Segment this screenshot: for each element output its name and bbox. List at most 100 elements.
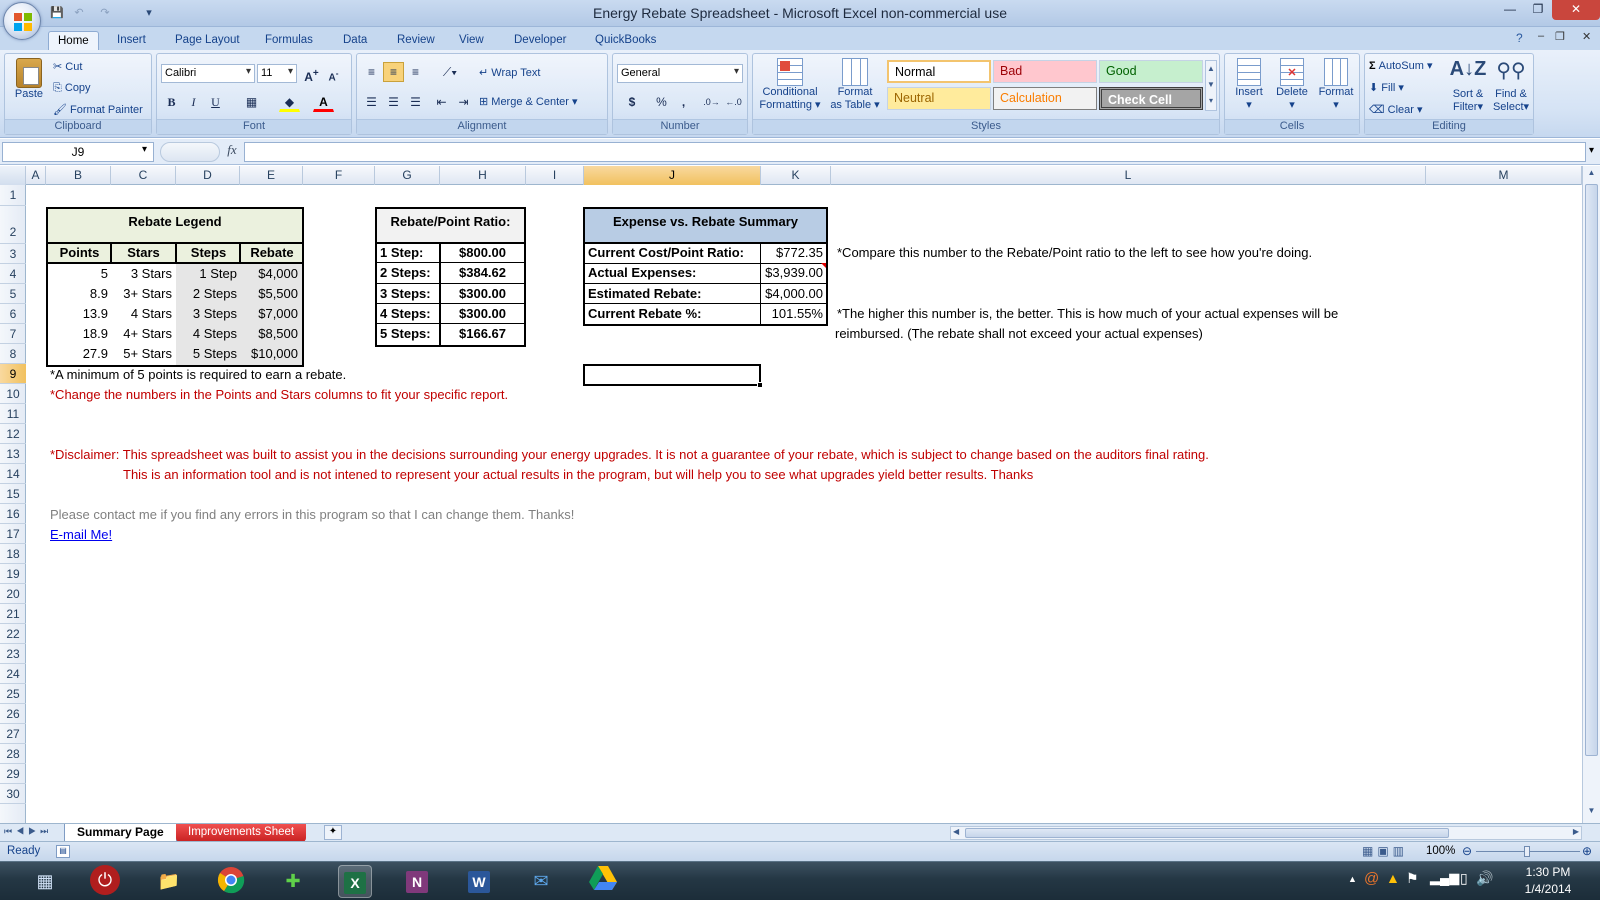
tab-review[interactable]: Review: [388, 31, 444, 50]
row-header[interactable]: 26: [0, 704, 26, 724]
align-left-icon[interactable]: ☰: [361, 92, 382, 112]
selected-cell-j9[interactable]: [583, 364, 761, 386]
row-header[interactable]: 13: [0, 444, 26, 464]
underline-button[interactable]: U: [205, 92, 226, 112]
scroll-right-icon[interactable]: ▶: [1573, 827, 1579, 836]
sheet-nav-icons[interactable]: ⏮◀▶⏭: [4, 826, 52, 837]
legend-cell[interactable]: 18.9: [48, 324, 111, 344]
row-header[interactable]: 18: [0, 544, 26, 564]
tray-volume-icon[interactable]: 🔊: [1476, 870, 1493, 887]
conditional-formatting-button[interactable]: Conditional Formatting ▾: [757, 58, 823, 111]
word-icon[interactable]: W: [462, 865, 496, 898]
row-header[interactable]: 10: [0, 384, 26, 404]
legend-cell[interactable]: 27.9: [48, 344, 111, 364]
decrease-decimal-icon[interactable]: ←.0: [723, 92, 744, 112]
align-middle-icon[interactable]: ≡: [383, 62, 404, 82]
column-header-f[interactable]: F: [303, 166, 375, 185]
zoom-slider-thumb[interactable]: [1524, 846, 1530, 857]
legend-cell[interactable]: 3+ Stars: [112, 284, 175, 304]
game-controller-icon[interactable]: ✚: [276, 865, 310, 898]
tray-battery-icon[interactable]: ▯: [1460, 870, 1468, 887]
row-header[interactable]: 20: [0, 584, 26, 604]
onenote-icon[interactable]: N: [400, 865, 434, 898]
zoom-out-icon[interactable]: ⊖: [1462, 844, 1472, 858]
vertical-scroll-thumb[interactable]: [1585, 184, 1598, 756]
minimize-icon[interactable]: —: [1496, 0, 1524, 20]
styles-more-icon[interactable]: ▲ ▼ ▾: [1205, 60, 1217, 111]
column-header-i[interactable]: I: [526, 166, 584, 185]
thunderbird-icon[interactable]: ✉: [524, 865, 558, 898]
tray-at-icon[interactable]: @: [1364, 870, 1379, 887]
row-header[interactable]: 22: [0, 624, 26, 644]
comma-button[interactable]: ,: [673, 92, 694, 112]
row-header[interactable]: 14: [0, 464, 26, 484]
row-header[interactable]: 7: [0, 324, 26, 344]
column-header-j[interactable]: J: [584, 166, 761, 185]
insert-function-icon[interactable]: fx: [222, 142, 242, 162]
wrap-text-button[interactable]: ↵ Wrap Text: [479, 66, 540, 79]
tab-formulas[interactable]: Formulas: [256, 31, 322, 50]
tab-developer[interactable]: Developer: [505, 31, 575, 50]
row-header[interactable]: 4: [0, 264, 26, 284]
name-box-dropdown-icon[interactable]: ▾: [142, 144, 147, 155]
percent-button[interactable]: %: [651, 92, 672, 112]
column-header-h[interactable]: H: [440, 166, 526, 185]
formula-bar-expand-icon[interactable]: ▾: [1589, 145, 1594, 156]
name-box[interactable]: J9: [2, 142, 154, 162]
legend-cell[interactable]: 4+ Stars: [112, 324, 175, 344]
delete-cells-button[interactable]: ✕ Delete ▾: [1271, 58, 1313, 111]
row-header[interactable]: 1: [0, 185, 26, 206]
increase-indent-icon[interactable]: ⇥: [453, 92, 474, 112]
shrink-font-icon[interactable]: A-: [323, 63, 344, 83]
excel-taskbar-icon[interactable]: X: [338, 865, 372, 898]
row-header[interactable]: 12: [0, 424, 26, 444]
ribbon-minimize-icon[interactable]: –: [1538, 30, 1544, 42]
row-header[interactable]: 5: [0, 284, 26, 304]
style-check-cell[interactable]: Check Cell: [1099, 87, 1203, 110]
find-select-button[interactable]: ⚲⚲ Find & Select▾: [1489, 58, 1533, 113]
office-button[interactable]: [3, 2, 41, 40]
zoom-in-icon[interactable]: ⊕: [1582, 844, 1592, 858]
column-header-e[interactable]: E: [240, 166, 303, 185]
row-header[interactable]: 24: [0, 664, 26, 684]
tab-home[interactable]: Home: [48, 31, 99, 50]
workbook-close-icon[interactable]: ✕: [1582, 30, 1591, 43]
insert-sheet-icon[interactable]: ✦: [324, 825, 342, 840]
close-icon[interactable]: ✕: [1552, 0, 1600, 20]
copy-button[interactable]: ⎘ Copy: [53, 82, 91, 95]
formula-expand-handle[interactable]: [160, 142, 220, 162]
grow-font-icon[interactable]: A+: [301, 63, 322, 84]
align-top-icon[interactable]: ≡: [361, 62, 382, 82]
horizontal-scrollbar[interactable]: ◀ ▶: [950, 826, 1582, 840]
cut-button[interactable]: ✂ Cut: [53, 60, 82, 73]
tab-data[interactable]: Data: [334, 31, 376, 50]
calculator-icon[interactable]: ▦: [28, 865, 62, 898]
row-header[interactable]: 27: [0, 724, 26, 744]
insert-cells-button[interactable]: Insert ▾: [1229, 58, 1269, 111]
autosum-button[interactable]: Σ AutoSum ▾: [1369, 59, 1433, 72]
horizontal-scroll-thumb[interactable]: [965, 828, 1449, 838]
sheet-tab-improvements[interactable]: Improvements Sheet: [176, 824, 307, 842]
fill-button[interactable]: ⬇ Fill ▾: [1369, 81, 1404, 94]
tray-expand-icon[interactable]: ▲: [1348, 874, 1357, 884]
row-header[interactable]: 28: [0, 744, 26, 764]
style-good[interactable]: Good: [1099, 60, 1203, 83]
row-header[interactable]: 8: [0, 344, 26, 364]
tab-quickbooks[interactable]: QuickBooks: [586, 31, 665, 50]
sort-filter-button[interactable]: A↓Z Sort & Filter▾: [1447, 58, 1489, 113]
italic-button[interactable]: I: [183, 92, 204, 112]
legend-cell[interactable]: 5+ Stars: [112, 344, 175, 364]
increase-decimal-icon[interactable]: .0→: [701, 92, 722, 112]
zoom-level[interactable]: 100%: [1426, 845, 1455, 857]
tab-view[interactable]: View: [450, 31, 493, 50]
align-bottom-icon[interactable]: ≡: [405, 62, 426, 82]
clock-date[interactable]: 1/4/2014: [1508, 882, 1588, 896]
column-header-l[interactable]: L: [831, 166, 1426, 185]
clock-time[interactable]: 1:30 PM: [1508, 865, 1588, 879]
scroll-down-icon[interactable]: ▼: [1584, 806, 1599, 820]
worksheet-grid[interactable]: Rebate Legend Points Stars Steps Rebate …: [26, 185, 1582, 823]
column-header-g[interactable]: G: [375, 166, 440, 185]
style-bad[interactable]: Bad: [993, 60, 1097, 83]
row-header[interactable]: 21: [0, 604, 26, 624]
legend-cell[interactable]: 3 Stars: [112, 264, 175, 284]
